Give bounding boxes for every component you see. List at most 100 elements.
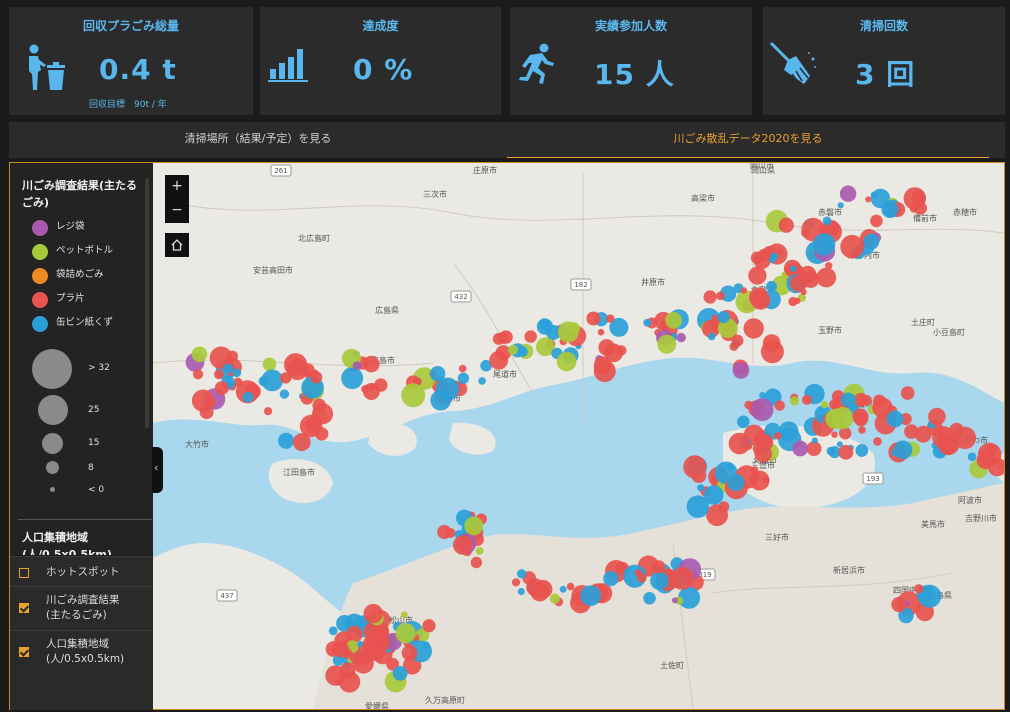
litter-bubble[interactable] [475, 547, 484, 555]
litter-bubble[interactable] [831, 431, 838, 438]
litter-bubble[interactable] [758, 248, 770, 261]
litter-bubble[interactable] [886, 410, 904, 428]
litter-bubble[interactable] [526, 578, 545, 597]
litter-bubble[interactable] [860, 394, 872, 406]
litter-bubble[interactable] [363, 355, 380, 373]
litter-bubble[interactable] [766, 281, 777, 292]
litter-bubble[interactable] [341, 367, 364, 390]
litter-bubble[interactable] [328, 626, 338, 636]
litter-bubble[interactable] [928, 407, 946, 426]
litter-bubble[interactable] [811, 437, 818, 444]
litter-bubble[interactable] [855, 444, 869, 457]
litter-bubble[interactable] [232, 368, 242, 378]
litter-bubble[interactable] [716, 291, 725, 301]
litter-bubble[interactable] [727, 474, 745, 492]
litter-bubble[interactable] [559, 585, 567, 593]
litter-bubble[interactable] [284, 353, 308, 377]
layer-checkbox[interactable] [19, 603, 29, 613]
litter-bubble[interactable] [794, 297, 801, 304]
litter-bubble[interactable] [822, 216, 832, 226]
tab-cleanup-locations[interactable]: 清掃場所（結果/予定）を見る [9, 122, 507, 158]
litter-bubble[interactable] [511, 578, 521, 587]
zoom-in-button[interactable]: + [165, 175, 189, 199]
litter-bubble[interactable] [395, 623, 416, 644]
litter-bubble[interactable] [556, 351, 577, 372]
litter-bubble[interactable] [891, 449, 898, 457]
litter-bubble[interactable] [865, 196, 872, 203]
litter-bubble[interactable] [338, 671, 361, 693]
litter-bubble[interactable] [478, 377, 486, 385]
litter-bubble[interactable] [813, 233, 836, 256]
litter-bubble[interactable] [315, 404, 323, 413]
litter-bubble[interactable] [718, 501, 730, 513]
litter-bubble[interactable] [214, 381, 229, 396]
litter-bubble[interactable] [977, 442, 1002, 467]
litter-bubble[interactable] [368, 631, 391, 653]
litter-bubble[interactable] [604, 343, 623, 363]
litter-bubble[interactable] [643, 318, 652, 327]
litter-bubble[interactable] [314, 417, 322, 425]
litter-bubble[interactable] [392, 666, 408, 681]
layer-checkbox[interactable] [19, 647, 29, 657]
litter-bubble[interactable] [717, 310, 730, 324]
litter-bubble[interactable] [557, 321, 579, 343]
litter-bubble[interactable] [671, 597, 678, 604]
home-button[interactable] [165, 233, 189, 257]
litter-bubble[interactable] [778, 421, 799, 442]
litter-bubble[interactable] [891, 596, 907, 613]
litter-bubble[interactable] [261, 369, 284, 392]
litter-bubble[interactable] [816, 267, 837, 288]
litter-bubble[interactable] [790, 265, 797, 272]
litter-bubble[interactable] [670, 567, 694, 590]
litter-bubble[interactable] [566, 582, 575, 591]
litter-bubble[interactable] [752, 293, 767, 308]
litter-bubble[interactable] [464, 516, 484, 536]
litter-bubble[interactable] [650, 571, 669, 590]
litter-bubble[interactable] [352, 361, 362, 371]
litter-bubble[interactable] [657, 334, 677, 354]
litter-bubble[interactable] [341, 648, 353, 659]
litter-bubble[interactable] [310, 371, 323, 384]
litter-bubble[interactable] [737, 415, 750, 429]
litter-bubble[interactable] [458, 364, 467, 373]
litter-bubble[interactable] [731, 334, 744, 347]
layer-river-litter[interactable]: 川ごみ調査結果 (主たるごみ) [10, 586, 153, 630]
litter-bubble[interactable] [831, 407, 854, 430]
litter-bubble[interactable] [453, 535, 473, 555]
litter-bubble[interactable] [873, 437, 882, 446]
litter-bubble[interactable] [507, 344, 518, 355]
litter-bubble[interactable] [193, 369, 204, 380]
litter-bubble[interactable] [470, 556, 483, 569]
litter-bubble[interactable] [517, 588, 525, 595]
litter-bubble[interactable] [911, 190, 926, 206]
litter-bubble[interactable] [445, 528, 456, 538]
litter-bubble[interactable] [792, 440, 809, 457]
litter-bubble[interactable] [914, 425, 932, 443]
litter-bubble[interactable] [840, 392, 856, 408]
litter-bubble[interactable] [603, 571, 619, 587]
litter-bubble[interactable] [401, 645, 418, 661]
litter-bubble[interactable] [774, 400, 785, 411]
litter-bubble[interactable] [770, 252, 779, 261]
collapse-panel-button[interactable]: ‹ [152, 447, 163, 493]
litter-bubble[interactable] [762, 476, 770, 484]
litter-bubble[interactable] [752, 441, 768, 456]
litter-bubble[interactable] [457, 372, 470, 384]
litter-bubble[interactable] [549, 593, 560, 604]
litter-bubble[interactable] [262, 357, 277, 372]
litter-bubble[interactable] [227, 350, 238, 362]
litter-bubble[interactable] [683, 455, 707, 479]
litter-bubble[interactable] [820, 400, 829, 409]
litter-bubble[interactable] [759, 392, 766, 399]
litter-bubble[interactable] [264, 407, 273, 416]
layer-hotspot[interactable]: ホットスポット [10, 556, 153, 586]
layer-checkbox[interactable] [19, 568, 29, 578]
litter-bubble[interactable] [206, 398, 216, 408]
litter-bubble[interactable] [839, 185, 857, 202]
litter-bubble[interactable] [777, 248, 784, 255]
litter-bubble[interactable] [743, 318, 764, 339]
litter-bubble[interactable] [778, 217, 794, 233]
litter-bubble[interactable] [703, 485, 724, 505]
litter-bubble[interactable] [914, 584, 924, 594]
litter-bubble[interactable] [748, 266, 767, 285]
